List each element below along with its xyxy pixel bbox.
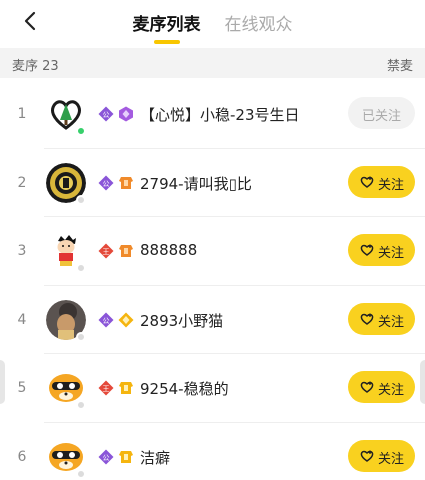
list-item[interactable]: 1 公 【心悦】小稳-23号生日 已关注 xyxy=(0,80,425,149)
list-item[interactable]: 3 王 888888 关注 xyxy=(0,217,425,286)
row-index: 1 xyxy=(17,106,27,122)
gong-icon: 公 xyxy=(98,106,114,122)
user-name: 2893小野猫 xyxy=(140,311,224,330)
svg-text:公: 公 xyxy=(103,454,110,462)
follow-label: 关注 xyxy=(378,450,405,466)
offline-status-dot xyxy=(76,331,86,342)
list-item[interactable]: 2 公 2794-请叫我▯比 关注 xyxy=(0,149,425,218)
mute-mic-button[interactable]: 禁麦 xyxy=(387,55,413,74)
heart-plus-icon xyxy=(360,381,374,393)
row-index: 2 xyxy=(17,174,27,191)
page-edge-handle-right xyxy=(420,360,425,404)
follow-label: 关注 xyxy=(378,245,405,260)
offline-status-dot xyxy=(76,468,86,479)
user-name: 888888 xyxy=(140,241,198,259)
gong-icon: 公 xyxy=(98,312,114,328)
rank-orange-icon xyxy=(118,175,134,191)
heart-plus-icon xyxy=(360,450,374,462)
svg-text:王: 王 xyxy=(103,385,110,393)
offline-status-dot xyxy=(76,400,86,410)
row-index: 4 xyxy=(17,311,27,328)
gong-icon: 公 xyxy=(98,175,114,191)
svg-text:公: 公 xyxy=(103,180,110,188)
heart-plus-icon xyxy=(360,244,374,256)
wang-icon: 王 xyxy=(98,380,114,396)
list-item[interactable]: 5 王 9254-稳稳的 关注 xyxy=(0,354,425,423)
list-item[interactable]: 6 公 洁癖 关注 xyxy=(0,423,425,480)
follow-label: 关注 xyxy=(378,382,405,397)
svg-text:公: 公 xyxy=(103,317,110,325)
follow-button[interactable]: 关注 xyxy=(348,234,415,266)
page-edge-handle-left xyxy=(0,360,5,404)
rank-yellow-icon xyxy=(118,449,134,465)
online-status-dot xyxy=(76,126,86,136)
tab-online-audience[interactable]: 在线观众 xyxy=(225,10,293,35)
follow-label: 关注 xyxy=(378,313,405,329)
followed-button[interactable]: 已关注 xyxy=(348,97,415,129)
row-index: 5 xyxy=(17,380,27,396)
tab-mic-queue[interactable]: 麦序列表 xyxy=(133,10,201,44)
svg-text:公: 公 xyxy=(103,111,110,119)
row-index: 6 xyxy=(17,448,27,465)
offline-status-dot xyxy=(76,194,86,205)
user-name: 洁癖 xyxy=(140,448,171,467)
follow-button[interactable]: 关注 xyxy=(348,302,415,335)
rank-purple-icon xyxy=(118,106,134,122)
rank-orange-icon xyxy=(118,243,134,259)
follow-label: 关注 xyxy=(378,176,405,192)
user-name: 9254-稳稳的 xyxy=(140,380,229,398)
header: 麦序列表 在线观众 xyxy=(0,0,425,48)
follow-button[interactable]: 关注 xyxy=(348,371,415,403)
heart-plus-icon xyxy=(360,176,374,188)
offline-status-dot xyxy=(76,263,86,273)
tab-bar: 麦序列表 在线观众 xyxy=(0,10,425,44)
follow-button[interactable]: 关注 xyxy=(348,439,415,472)
gong-icon: 公 xyxy=(98,449,114,465)
rank-yellow-icon xyxy=(118,312,134,328)
user-name: 【心悦】小稳-23号生日 xyxy=(140,106,300,124)
list-item[interactable]: 4 公 2893小野猫 关注 xyxy=(0,286,425,355)
wang-icon: 王 xyxy=(98,243,114,259)
svg-text:王: 王 xyxy=(103,248,110,256)
queue-subheader: 麦序 23 禁麦 xyxy=(0,48,425,78)
heart-plus-icon xyxy=(360,313,374,325)
follow-label: 已关注 xyxy=(361,108,401,123)
queue-list: 1 公 【心悦】小稳-23号生日 已关注 2 公 2794-请叫我▯比 关注 3… xyxy=(0,80,425,480)
rank-yellow-icon xyxy=(118,380,134,396)
user-name: 2794-请叫我▯比 xyxy=(140,174,252,193)
follow-button[interactable]: 关注 xyxy=(348,165,415,198)
queue-count: 麦序 23 xyxy=(12,59,59,74)
row-index: 3 xyxy=(17,243,27,259)
